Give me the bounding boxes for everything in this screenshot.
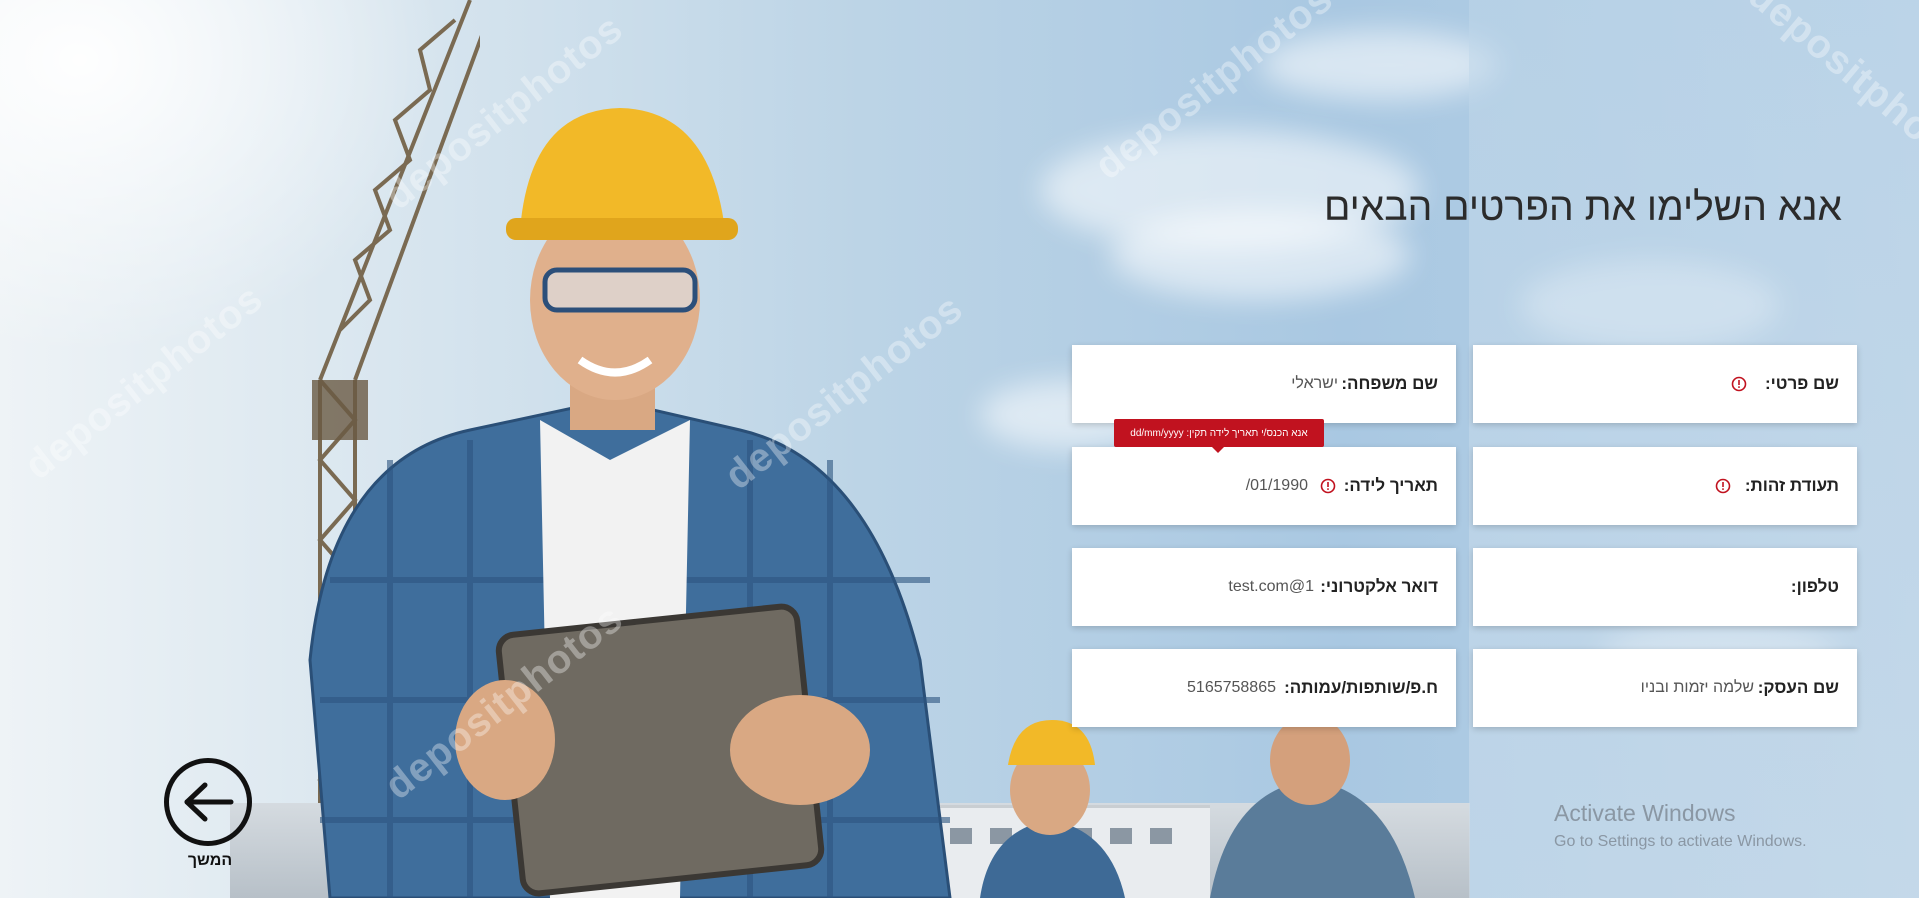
error-icon bbox=[1320, 478, 1336, 494]
email-field[interactable]: דואר אלקטרוני: test.com@1 bbox=[1072, 548, 1456, 626]
error-icon bbox=[1731, 376, 1747, 392]
company-id-field[interactable]: ח.פ/שותפות/עמותה: 5165758865 bbox=[1072, 649, 1456, 727]
worker-illustration bbox=[308, 108, 952, 898]
company-id-value: 5165758865 bbox=[1187, 679, 1276, 696]
last-name-field[interactable]: שם משפחה: ישראלי bbox=[1072, 345, 1456, 423]
birth-date-error-tooltip: אנא הכנס/י תאריך לידה תקין: dd/mm/yyyy bbox=[1114, 419, 1324, 453]
email-value: test.com@1 bbox=[1228, 578, 1314, 595]
error-icon bbox=[1715, 478, 1731, 494]
first-name-field[interactable]: שם פרטי: bbox=[1473, 345, 1857, 423]
last-name-label: שם משפחה: bbox=[1341, 374, 1438, 393]
next-button-label: המשך bbox=[187, 852, 233, 869]
birth-date-value: 01/1990/ bbox=[1245, 477, 1308, 494]
next-button[interactable] bbox=[164, 758, 252, 846]
last-name-value: ישראלי bbox=[1291, 375, 1338, 392]
windows-activation-notice: Activate Windows Go to Settings to activ… bbox=[1554, 800, 1807, 851]
business-name-label: שם העסק: bbox=[1757, 678, 1839, 697]
page-title: אנא השלימו את הפרטים הבאים bbox=[1324, 186, 1842, 230]
email-label: דואר אלקטרוני: bbox=[1320, 577, 1438, 596]
phone-label: טלפון: bbox=[1790, 577, 1839, 596]
watermark-text: depositphotos bbox=[16, 275, 272, 489]
business-name-field[interactable]: שם העסק: שלמה יזמות ובניו bbox=[1473, 649, 1857, 727]
background-worker-right bbox=[1210, 720, 1415, 898]
birth-date-field[interactable]: תאריך לידה: 01/1990/ bbox=[1072, 447, 1456, 525]
business-name-value: שלמה יזמות ובניו bbox=[1640, 679, 1754, 696]
phone-field[interactable]: טלפון: bbox=[1473, 548, 1857, 626]
birth-date-label: תאריך לידה: bbox=[1343, 476, 1438, 495]
id-number-label: תעודת זהות: bbox=[1744, 476, 1839, 495]
first-name-label: שם פרטי: bbox=[1764, 374, 1839, 393]
activate-subtitle: Go to Settings to activate Windows. bbox=[1554, 833, 1807, 850]
id-number-field[interactable]: תעודת זהות: bbox=[1473, 447, 1857, 525]
company-id-label: ח.פ/שותפות/עמותה: bbox=[1284, 678, 1438, 697]
background-worker-left bbox=[980, 720, 1125, 898]
arrow-left-icon bbox=[184, 782, 234, 822]
activate-title: Activate Windows bbox=[1554, 800, 1736, 826]
